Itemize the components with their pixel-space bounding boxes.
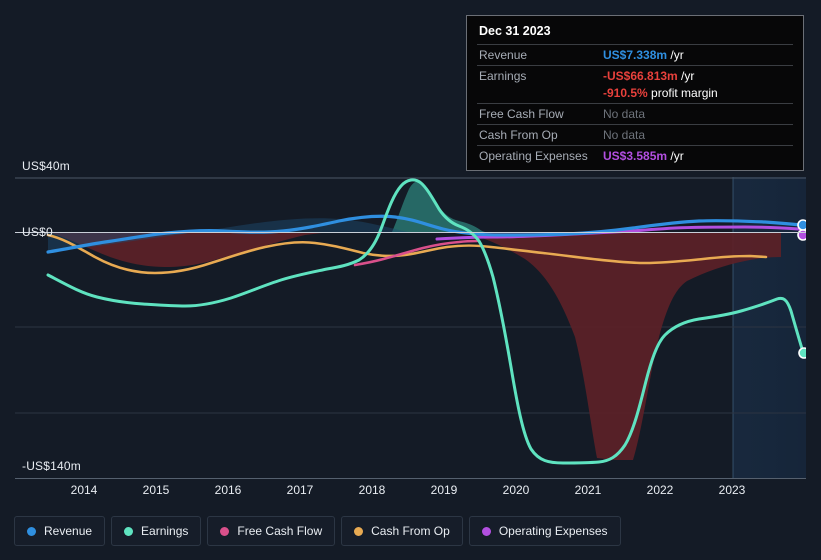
legend-color-swatch-icon bbox=[481, 526, 491, 536]
legend-item-free-cash-flow[interactable]: Free Cash Flow bbox=[207, 516, 336, 546]
tooltip-value-unit: /yr bbox=[667, 149, 684, 163]
x-axis-line bbox=[15, 478, 806, 479]
y-axis-label-bottom: -US$140m bbox=[22, 459, 81, 473]
tooltip-table: Revenue US$7.338m /yr Earnings -US$66.813m … bbox=[477, 44, 793, 166]
legend-color-swatch-icon bbox=[220, 526, 230, 536]
x-axis-tick-2017: 2017 bbox=[286, 483, 314, 497]
tooltip-value-unit: profit margin bbox=[647, 86, 718, 100]
legend-item-earnings[interactable]: Earnings bbox=[111, 516, 202, 546]
legend-item-cash-from-op[interactable]: Cash From Op bbox=[341, 516, 463, 546]
tooltip-row: Cash From Op No data bbox=[477, 124, 793, 146]
x-axis-tick-2022: 2022 bbox=[646, 483, 674, 497]
legend-color-swatch-icon bbox=[124, 526, 134, 536]
data-tooltip: Dec 31 2023 Revenue US$7.338m /yr Earnings… bbox=[466, 15, 804, 171]
tooltip-row-label bbox=[477, 86, 601, 104]
x-axis-tick-2018: 2018 bbox=[358, 483, 386, 497]
y-axis-label-zero: US$0 bbox=[22, 225, 53, 239]
legend-color-swatch-icon bbox=[354, 526, 364, 536]
plot-svg bbox=[15, 177, 806, 478]
legend-item-label: Earnings bbox=[141, 524, 189, 538]
financial-performance-chart: US$40m US$0 -US$140m 2014 2015 2016 2017 201… bbox=[0, 0, 821, 560]
tooltip-value-number: -US$66.813m bbox=[603, 69, 678, 83]
legend-item-label: Cash From Op bbox=[371, 524, 450, 538]
tooltip-row-label: Revenue bbox=[477, 44, 601, 66]
tooltip-value-unit: /yr bbox=[667, 48, 684, 62]
tooltip-row-value: -US$66.813m /yr bbox=[601, 65, 793, 86]
tooltip-no-data: No data bbox=[603, 128, 646, 142]
legend-item-operating-expenses[interactable]: Operating Expenses bbox=[468, 516, 621, 546]
tooltip-row: Earnings -US$66.813m /yr bbox=[477, 65, 793, 86]
tooltip-row: -910.5% profit margin bbox=[477, 86, 793, 104]
x-axis-tick-2021: 2021 bbox=[574, 483, 602, 497]
tooltip-row-value: No data bbox=[601, 103, 793, 125]
x-axis-tick-2020: 2020 bbox=[502, 483, 530, 497]
tooltip-value-number: -910.5% bbox=[603, 86, 648, 100]
tooltip-row: Operating Expenses US$3.585m /yr bbox=[477, 145, 793, 166]
tooltip-row: Free Cash Flow No data bbox=[477, 103, 793, 125]
endpoint-earnings bbox=[798, 347, 806, 359]
x-axis-ticks: 2014 2015 2016 2017 2018 2019 2020 2021 2022 2023 bbox=[15, 483, 806, 503]
plot-area[interactable] bbox=[15, 177, 806, 478]
tooltip-row: Revenue US$7.338m /yr bbox=[477, 44, 793, 66]
chart-legend: Revenue Earnings Free Cash Flow Cash From O… bbox=[14, 516, 621, 546]
tooltip-value-unit: /yr bbox=[677, 69, 695, 83]
tooltip-value-number: US$3.585m bbox=[603, 149, 668, 163]
endpoint-revenue bbox=[797, 219, 806, 231]
x-axis-tick-2015: 2015 bbox=[142, 483, 170, 497]
tooltip-row-label: Free Cash Flow bbox=[477, 103, 601, 125]
tooltip-row-value: No data bbox=[601, 124, 793, 146]
tooltip-row-label: Operating Expenses bbox=[477, 145, 601, 166]
legend-item-label: Free Cash Flow bbox=[237, 524, 323, 538]
x-axis-tick-2016: 2016 bbox=[214, 483, 242, 497]
zero-line bbox=[15, 232, 806, 233]
tooltip-row-label: Earnings bbox=[477, 65, 601, 86]
tooltip-row-label: Cash From Op bbox=[477, 124, 601, 146]
legend-color-swatch-icon bbox=[27, 526, 36, 536]
x-axis-tick-2023: 2023 bbox=[718, 483, 746, 497]
earnings-fill-positive bbox=[392, 181, 487, 232]
x-axis-tick-2019: 2019 bbox=[430, 483, 458, 497]
tooltip-row-value: US$7.338m /yr bbox=[601, 44, 793, 66]
tooltip-row-value: US$3.585m /yr bbox=[601, 145, 793, 166]
x-axis-tick-2014: 2014 bbox=[70, 483, 98, 497]
legend-item-label: Revenue bbox=[44, 524, 93, 538]
tooltip-value-number: US$7.338m bbox=[603, 48, 668, 62]
y-axis-label-top: US$40m bbox=[22, 159, 70, 173]
legend-item-revenue[interactable]: Revenue bbox=[14, 516, 106, 546]
earnings-area-negative bbox=[48, 232, 781, 460]
tooltip-row-value: -910.5% profit margin bbox=[601, 86, 793, 104]
tooltip-no-data: No data bbox=[603, 107, 646, 121]
legend-item-label: Operating Expenses bbox=[498, 524, 608, 538]
tooltip-date: Dec 31 2023 bbox=[479, 24, 551, 38]
